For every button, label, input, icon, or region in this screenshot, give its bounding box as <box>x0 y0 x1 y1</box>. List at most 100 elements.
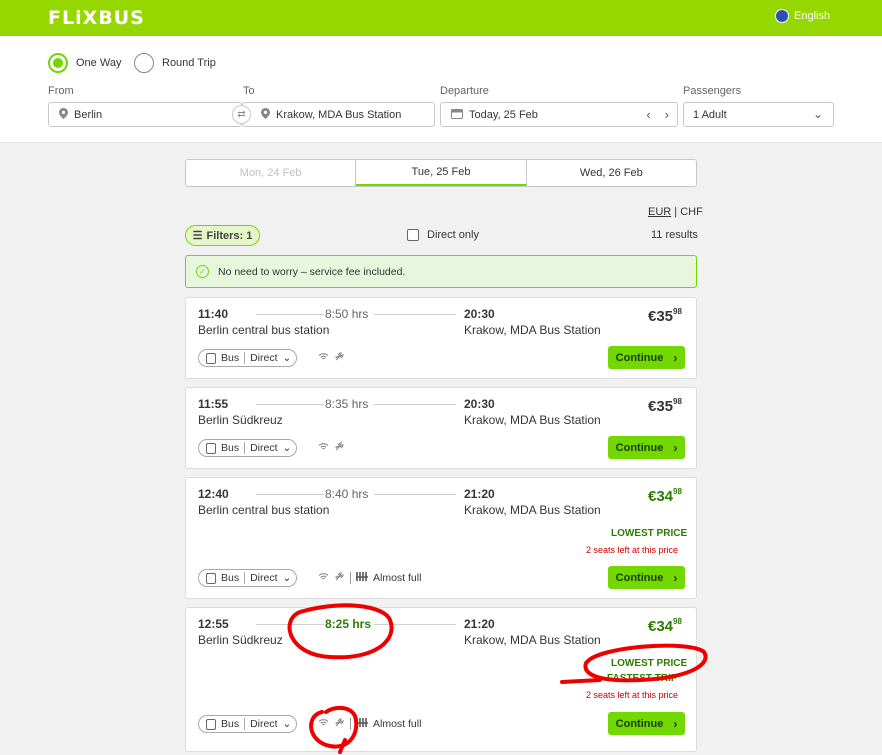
arrow-right-icon: › <box>673 570 678 585</box>
departure-field[interactable]: Today, 25 Feb ‹ › <box>440 102 678 127</box>
departure-time: 12:40 <box>198 487 229 501</box>
power-plug-icon <box>334 351 345 365</box>
chevron-down-icon: ⌄ <box>282 442 292 454</box>
divider <box>350 718 351 730</box>
search-panel: One Way Round Trip From To Departure Pas… <box>0 36 882 143</box>
check-circle-icon: ✓ <box>196 265 209 278</box>
currency-chf[interactable]: CHF <box>680 206 703 218</box>
direct-only-label: Direct only <box>427 229 479 241</box>
price-main: €35 <box>648 308 674 325</box>
arrow-right-icon: › <box>673 716 678 731</box>
one-way-radio[interactable]: One Way <box>48 53 121 73</box>
results-count: 11 results <box>651 229 698 241</box>
divider <box>244 572 246 584</box>
chevron-down-icon: ⌄ <box>282 352 292 364</box>
service-fee-notice: ✓ No need to worry – service fee include… <box>185 255 697 288</box>
bus-icon <box>206 352 216 364</box>
ride-card[interactable]: 11:55 8:35 hrs 20:30 Berlin Südkreuz Kra… <box>185 387 697 469</box>
arrival-time: 20:30 <box>464 397 495 411</box>
type-label: Direct <box>250 352 278 364</box>
fastest-trip-badge: FASTEST TRIP <box>607 673 678 684</box>
transport-type[interactable]: Bus Direct ⌄ <box>198 349 298 367</box>
divider <box>244 442 246 454</box>
chevron-down-icon: ⌄ <box>812 107 823 121</box>
duration: 8:25 hrs <box>325 617 372 631</box>
globe-icon <box>775 9 789 23</box>
language-label: English <box>794 10 831 22</box>
date-tab-current[interactable]: Tue, 25 Feb <box>356 160 527 186</box>
round-trip-radio[interactable]: Round Trip <box>134 53 216 73</box>
language-selector[interactable]: English <box>775 9 830 23</box>
capacity-label: Almost full <box>373 572 422 584</box>
lowest-price-badge: LOWEST PRICE <box>611 528 688 539</box>
arrival-time: 21:20 <box>464 487 495 501</box>
seats-icon <box>356 717 368 731</box>
filter-icon: ☰ <box>192 230 203 242</box>
arrival-station: Krakow, MDA Bus Station <box>464 323 601 337</box>
power-plug-icon <box>334 571 345 585</box>
wifi-icon <box>318 718 329 730</box>
date-tab-next[interactable]: Wed, 26 Feb <box>527 160 696 186</box>
duration-line <box>374 494 456 495</box>
price: €3598 <box>648 397 682 415</box>
chevron-down-icon: ⌄ <box>282 718 292 730</box>
divider <box>244 718 246 730</box>
wifi-icon <box>318 442 329 454</box>
location-pin-icon <box>261 107 270 122</box>
continue-label: Continue <box>615 351 664 364</box>
ride-card[interactable]: 11:40 8:50 hrs 20:30 Berlin central bus … <box>185 297 697 379</box>
direct-only-checkbox[interactable] <box>407 229 419 241</box>
continue-button[interactable]: Continue › <box>608 436 685 459</box>
duration-line <box>256 624 324 625</box>
continue-label: Continue <box>615 571 664 584</box>
continue-label: Continue <box>615 717 664 730</box>
price-cents: 98 <box>673 487 682 496</box>
passengers-select[interactable]: 1 Adult ⌄ <box>683 102 834 127</box>
to-field[interactable]: Krakow, MDA Bus Station <box>242 102 435 127</box>
bus-icon <box>206 442 216 454</box>
round-trip-label: Round Trip <box>162 57 216 69</box>
departure-station: Berlin Südkreuz <box>198 633 283 647</box>
arrival-station: Krakow, MDA Bus Station <box>464 633 601 647</box>
swap-icon[interactable]: ⇄ <box>232 105 251 124</box>
location-pin-icon <box>59 107 68 122</box>
wifi-icon <box>318 352 329 364</box>
ride-card[interactable]: 12:40 8:40 hrs 21:20 Berlin central bus … <box>185 477 697 599</box>
amenities <box>318 441 345 455</box>
direct-only-toggle[interactable]: Direct only <box>407 229 479 241</box>
radio-selected-icon <box>48 53 68 73</box>
price-main: €35 <box>648 398 674 415</box>
flixbus-logo[interactable]: FLiXBUS <box>48 7 145 29</box>
duration: 8:40 hrs <box>325 487 369 501</box>
continue-button[interactable]: Continue › <box>608 566 685 589</box>
lowest-price-badge: LOWEST PRICE <box>611 658 688 669</box>
passengers-value: 1 Adult <box>693 108 727 121</box>
transport-type[interactable]: Bus Direct ⌄ <box>198 439 298 457</box>
bus-icon <box>206 572 216 584</box>
departure-label: Departure <box>440 85 489 97</box>
calendar-icon <box>451 108 463 122</box>
arrival-station: Krakow, MDA Bus Station <box>464 503 601 517</box>
chevron-right-icon[interactable]: › <box>665 107 669 122</box>
amenities: Almost full <box>318 717 421 731</box>
chevron-left-icon[interactable]: ‹ <box>646 107 650 122</box>
filters-button[interactable]: ☰ Filters: 1 <box>185 225 260 246</box>
continue-button[interactable]: Continue › <box>608 346 685 369</box>
currency-eur[interactable]: EUR <box>648 206 671 218</box>
seats-left-notice: 2 seats left at this price <box>586 545 679 555</box>
transport-type[interactable]: Bus Direct ⌄ <box>198 569 298 587</box>
ride-card[interactable]: 12:55 8:25 hrs 21:20 Berlin Südkreuz Kra… <box>185 607 697 752</box>
departure-station: Berlin central bus station <box>198 323 330 337</box>
continue-button[interactable]: Continue › <box>608 712 685 735</box>
from-field[interactable]: Berlin <box>48 102 242 127</box>
price: €3498 <box>648 617 682 635</box>
price: €3598 <box>648 307 682 325</box>
departure-value: Today, 25 Feb <box>469 108 538 121</box>
radio-empty-icon <box>134 53 154 73</box>
transport-type[interactable]: Bus Direct ⌄ <box>198 715 298 733</box>
continue-label: Continue <box>615 441 664 454</box>
price-main: €34 <box>648 618 674 635</box>
price-cents: 98 <box>673 307 682 316</box>
departure-time: 11:40 <box>198 307 229 321</box>
arrow-right-icon: › <box>673 440 678 455</box>
